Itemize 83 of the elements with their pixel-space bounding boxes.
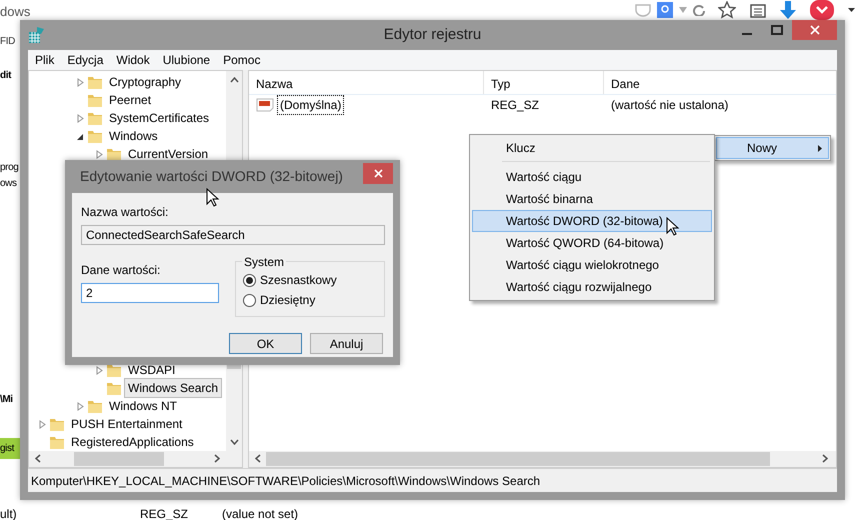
value-type: REG_SZ — [490, 97, 540, 114]
close-button[interactable] — [363, 163, 393, 184]
menu-item[interactable]: Wartość ciągu rozwijalnego — [472, 276, 712, 298]
folder-icon — [87, 92, 103, 108]
menu-item[interactable]: Wartość QWORD (64-bitowa) — [472, 232, 712, 254]
radio-label: Dziesiętny — [260, 292, 316, 309]
menu-item[interactable]: Wartość binarna — [472, 188, 712, 210]
menu-item[interactable]: Wartość DWORD (32-bitowa) — [472, 210, 712, 232]
dialog-button[interactable]: OK — [229, 333, 302, 354]
radio-button[interactable] — [243, 274, 256, 286]
menu-item[interactable]: Nowy — [716, 137, 829, 159]
tree-item[interactable]: Peernet — [105, 90, 156, 110]
column-header[interactable]: Dane — [604, 71, 836, 94]
status-path: Komputer\HKEY_LOCAL_MACHINE\SOFTWARE\Policies\Microsoft\Windows\Windows Search — [31, 472, 540, 490]
radio-label: Szesnastkowy — [260, 272, 337, 289]
caret-icon[interactable] — [848, 8, 855, 12]
star-icon[interactable] — [718, 1, 736, 19]
folder-icon — [106, 362, 122, 378]
maximize-icon — [771, 25, 783, 35]
tree-item[interactable]: Windows Search — [124, 378, 222, 398]
tree-item[interactable]: SystemCertificates — [105, 108, 214, 128]
download-icon[interactable] — [780, 1, 796, 19]
window-title: Edytor rejestru — [384, 24, 482, 45]
collapsed-arrow-icon[interactable] — [76, 402, 85, 410]
menu-item[interactable]: Plik — [35, 51, 54, 69]
page-title: dows — [0, 3, 30, 21]
tree-item[interactable]: Windows NT — [105, 396, 182, 416]
horizontal-scrollbar[interactable] — [249, 451, 836, 467]
name-field[interactable]: ConnectedSearchSafeSearch — [81, 225, 385, 245]
collapsed-arrow-icon[interactable] — [76, 78, 85, 86]
horizontal-scrollbar[interactable] — [29, 451, 242, 467]
menu-item[interactable]: Wartość ciągu wielokrotnego — [472, 254, 712, 276]
tree-item[interactable]: PUSH Entertainment — [67, 414, 186, 434]
mouse-pointer-icon — [666, 217, 680, 236]
page-text: ows — [0, 177, 17, 191]
mouse-pointer-icon — [206, 188, 220, 207]
submenu-arrow-icon — [818, 144, 822, 152]
close-icon — [810, 25, 820, 35]
value-data: (wartość nie ustalona) — [610, 97, 730, 114]
tree-item[interactable]: RegisteredApplications — [67, 432, 198, 452]
field-label: Dane wartości: — [81, 262, 162, 279]
reload-icon[interactable] — [693, 4, 705, 16]
value-name[interactable]: (Domyślna) — [278, 96, 344, 114]
menu-item[interactable]: Klucz — [472, 137, 712, 159]
registry-icon — [28, 26, 46, 44]
folder-icon — [106, 380, 122, 396]
list-icon[interactable] — [750, 2, 766, 18]
field-label: Nazwa wartości: — [81, 204, 170, 221]
page-text: \Mi — [0, 393, 13, 407]
tree-item[interactable]: Windows — [105, 126, 162, 146]
collapsed-arrow-icon[interactable] — [76, 114, 85, 122]
menu-item[interactable]: Pomoc — [223, 51, 260, 69]
expanded-arrow-icon[interactable] — [76, 132, 85, 140]
dialog-button[interactable]: Anuluj — [310, 333, 383, 354]
page-text: FID — [0, 35, 15, 49]
radio-button[interactable] — [243, 294, 256, 306]
collapsed-arrow-icon[interactable] — [95, 366, 104, 374]
folder-icon — [87, 74, 103, 90]
collapsed-arrow-icon[interactable] — [38, 420, 47, 428]
page-text: dit — [0, 69, 12, 83]
tree-item[interactable]: CurrentVersion — [124, 144, 212, 164]
folder-icon — [87, 398, 103, 414]
column-header[interactable]: Typ — [484, 71, 604, 94]
collapsed-arrow-icon[interactable] — [95, 150, 104, 158]
folder-icon — [106, 146, 122, 162]
tree-item[interactable]: Cryptography — [105, 72, 186, 92]
close-icon — [374, 169, 382, 178]
column-header[interactable]: Nazwa — [249, 71, 484, 94]
folder-icon — [87, 128, 103, 144]
minimize-icon — [742, 33, 752, 35]
folder-icon — [49, 434, 65, 450]
menu-item[interactable]: Edycja — [67, 51, 104, 69]
value-field[interactable]: 2 — [81, 283, 219, 303]
menu-item[interactable]: Widok — [116, 51, 150, 69]
menu-item[interactable]: Ulubione — [162, 51, 210, 69]
menu-item[interactable]: Wartość ciągu — [472, 166, 712, 188]
folder-icon — [87, 110, 103, 126]
page-text: prog — [0, 161, 18, 175]
page-button[interactable]: gist — [0, 438, 20, 459]
folder-icon — [49, 416, 65, 432]
dialog-title: Edytowanie wartości DWORD (32-bitowej) — [79, 167, 343, 186]
string-value-icon — [256, 98, 274, 112]
close-button[interactable] — [792, 20, 837, 40]
